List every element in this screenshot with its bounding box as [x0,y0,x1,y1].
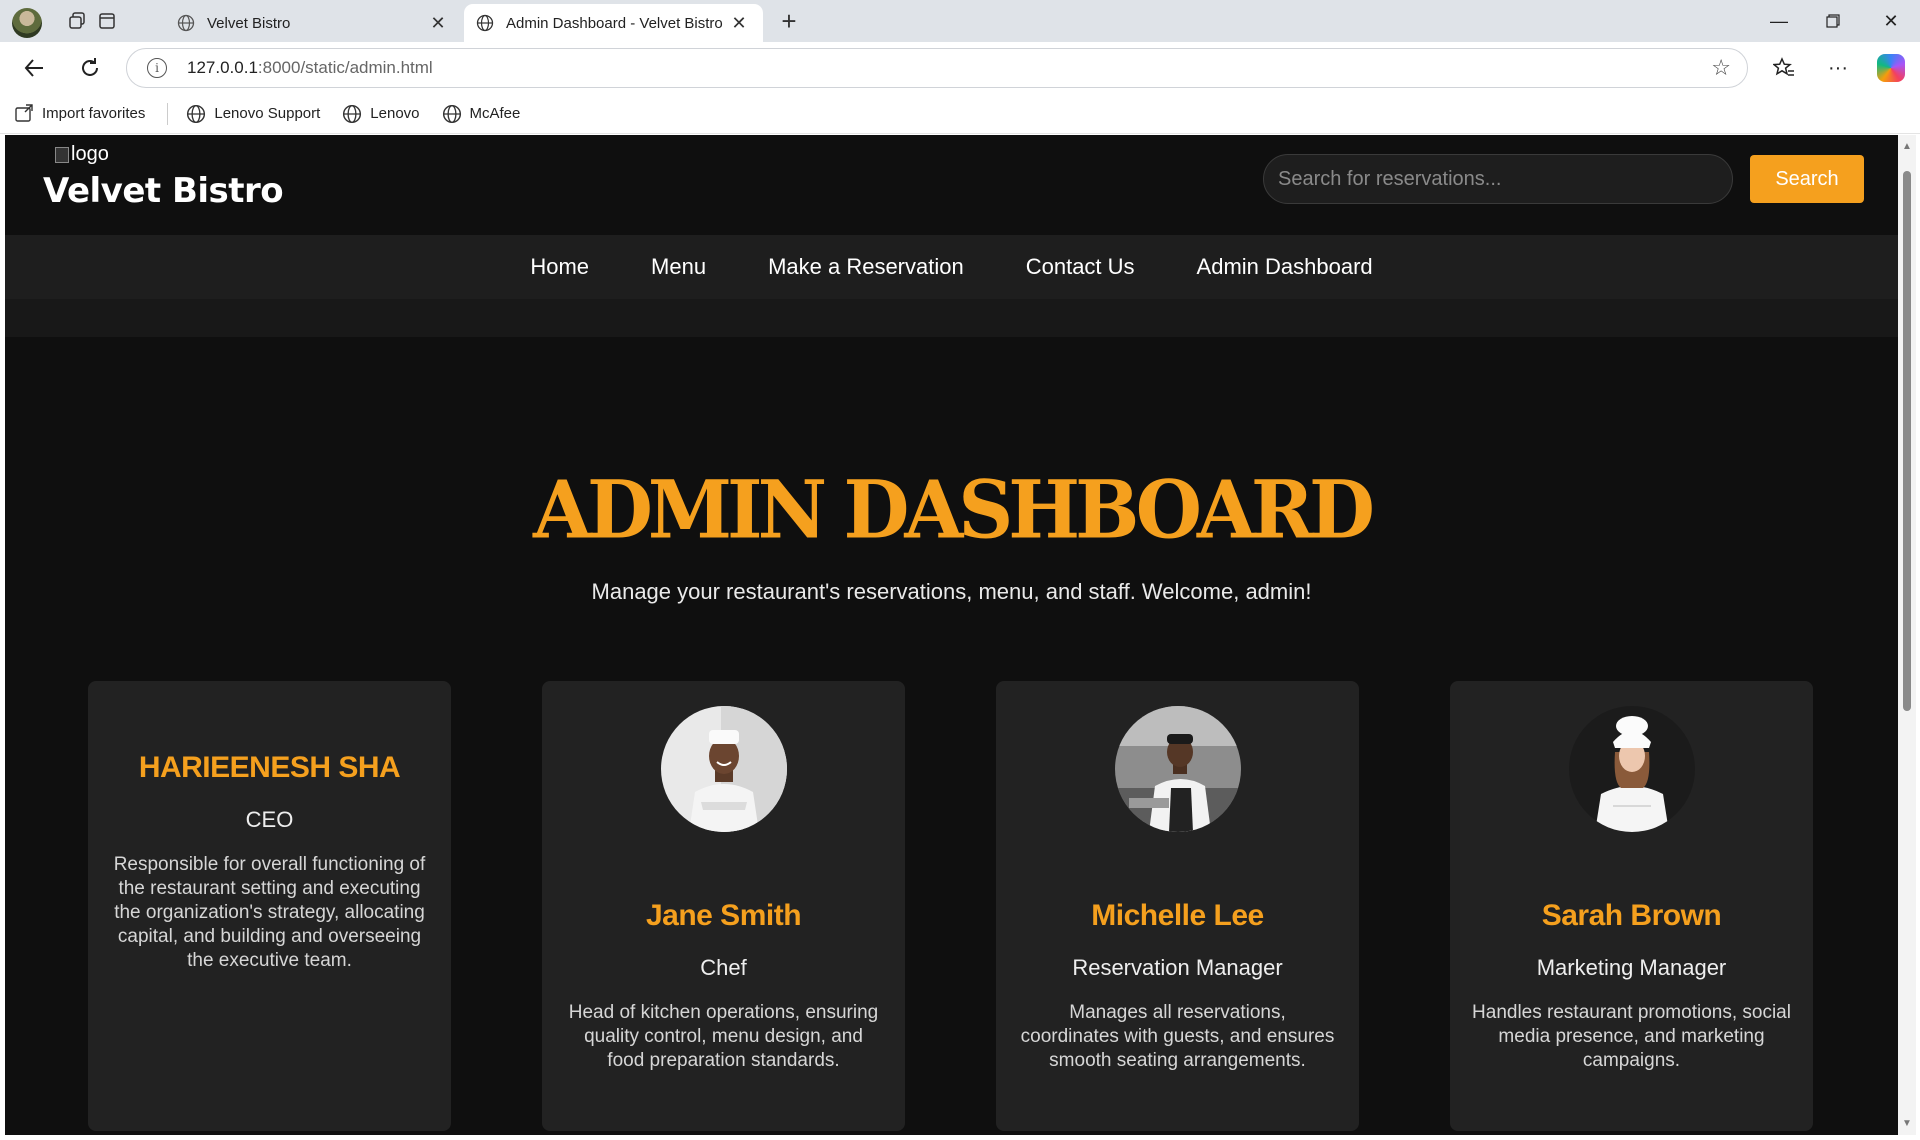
url-path: :8000/static/admin.html [257,58,433,77]
profile-avatar[interactable] [12,8,42,38]
scroll-down-icon[interactable]: ▼ [1902,1118,1912,1129]
page-scrollbar[interactable]: ▲ ▼ [1898,135,1916,1135]
staff-photo [661,706,787,832]
bookmark-label: Import favorites [42,105,146,122]
nav-spacer [5,299,1898,337]
more-options-icon[interactable]: ··· [1822,52,1854,84]
staff-card-reservation-manager: Michelle Lee Reservation Manager Manages… [996,681,1359,1131]
new-tab-icon[interactable]: + [774,6,804,37]
globe-icon [476,14,494,32]
bookmark-import-favorites[interactable]: Import favorites [14,103,146,124]
favorites-icon[interactable] [1768,52,1800,84]
page-viewport: logo Velvet Bistro Search Home Menu Make… [5,135,1898,1135]
staff-name: Jane Smith [645,899,802,932]
tab-actions-icon[interactable] [92,8,122,34]
refresh-icon[interactable] [74,52,106,84]
browser-toolbar: i 127.0.0.1:8000/static/admin.html ☆ ··· [0,42,1920,94]
staff-role: Reservation Manager [1072,955,1283,980]
staff-role: CEO [245,807,294,832]
nav-menu[interactable]: Menu [651,254,706,280]
minimize-icon[interactable]: — [1756,6,1802,36]
staff-description: Handles restaurant promotions, social me… [1472,1002,1791,1071]
staff-role: Chef [700,955,747,980]
globe-icon [187,104,206,123]
bookmark-separator [167,102,169,125]
staff-name: Sarah Brown [1541,899,1722,932]
globe-icon [442,104,461,123]
nav-home[interactable]: Home [530,254,589,280]
reservation-search-input[interactable] [1263,154,1733,204]
bookmark-lenovo[interactable]: Lenovo [342,104,420,124]
scroll-thumb[interactable] [1903,171,1911,711]
page-subtitle: Manage your restaurant's reservations, m… [591,579,1312,604]
staff-name: Michelle Lee [1091,899,1264,932]
staff-description: Manages all reservations, coordinates wi… [1020,1002,1335,1071]
close-icon[interactable]: ✕ [428,13,448,34]
site-header: logo Velvet Bistro Search [5,135,1898,235]
nav-admin-dashboard[interactable]: Admin Dashboard [1197,254,1373,280]
nav-make-reservation[interactable]: Make a Reservation [768,254,964,280]
workspaces-icon[interactable] [62,8,92,34]
nav-contact-us[interactable]: Contact Us [1026,254,1135,280]
globe-icon [343,104,362,123]
staff-card-marketing-manager: Sarah Brown Marketing Manager Handles re… [1450,681,1813,1131]
staff-description: Head of kitchen operations, ensuring qua… [568,1002,879,1071]
staff-photo [1569,706,1695,832]
copilot-icon[interactable] [1877,54,1905,82]
staff-description: Responsible for overall functioning of t… [113,854,426,971]
staff-name: HARIEENESH SHA [138,751,401,784]
site-info-icon[interactable]: i [147,58,167,78]
main-nav: Home Menu Make a Reservation Contact Us … [5,235,1898,299]
scroll-up-icon[interactable]: ▲ [1902,141,1912,152]
tab-title: Admin Dashboard - Velvet Bistro [506,14,723,32]
logo-alt-text: logo [71,143,109,165]
address-bar[interactable]: i 127.0.0.1:8000/static/admin.html ☆ [126,48,1748,88]
close-icon[interactable]: ✕ [729,13,749,34]
staff-card-chef: Jane Smith Chef Head of kitchen operatio… [542,681,905,1131]
staff-card-ceo: HARIEENESH SHA CEO Responsible for overa… [88,681,451,1131]
back-icon[interactable] [18,52,50,84]
tab-title: Velvet Bistro [207,14,291,32]
tab-admin-dashboard[interactable]: Admin Dashboard - Velvet Bistro ✕ [464,4,763,42]
bookmark-label: Lenovo [370,105,420,122]
bookmark-mcafee[interactable]: McAfee [442,104,521,124]
restore-icon[interactable] [1810,6,1856,36]
import-icon [15,103,33,122]
search-button[interactable]: Search [1750,155,1864,203]
favorite-star-icon[interactable]: ☆ [1711,55,1731,81]
logo[interactable]: logo [55,143,109,166]
window-close-icon[interactable]: ✕ [1868,6,1914,36]
bookmark-label: McAfee [469,105,521,122]
page-title: ADMIN DASHBOARD [533,462,1375,557]
url-host: 127.0.0.1 [187,58,258,77]
bookmarks-bar: Import favorites Lenovo Support Lenovo M… [0,94,1920,134]
globe-icon [177,14,195,32]
staff-role: Marketing Manager [1536,955,1727,980]
tab-velvet-bistro[interactable]: Velvet Bistro ✕ [165,4,462,42]
brand-name: Velvet Bistro [43,171,284,211]
bookmark-label: Lenovo Support [214,105,321,122]
broken-image-icon [55,146,69,163]
browser-tabstrip: Velvet Bistro ✕ Admin Dashboard - Velvet… [0,0,1920,42]
staff-photo [1115,706,1241,832]
address-url[interactable]: 127.0.0.1:8000/static/admin.html [187,58,433,78]
bookmark-lenovo-support[interactable]: Lenovo Support [186,104,320,124]
